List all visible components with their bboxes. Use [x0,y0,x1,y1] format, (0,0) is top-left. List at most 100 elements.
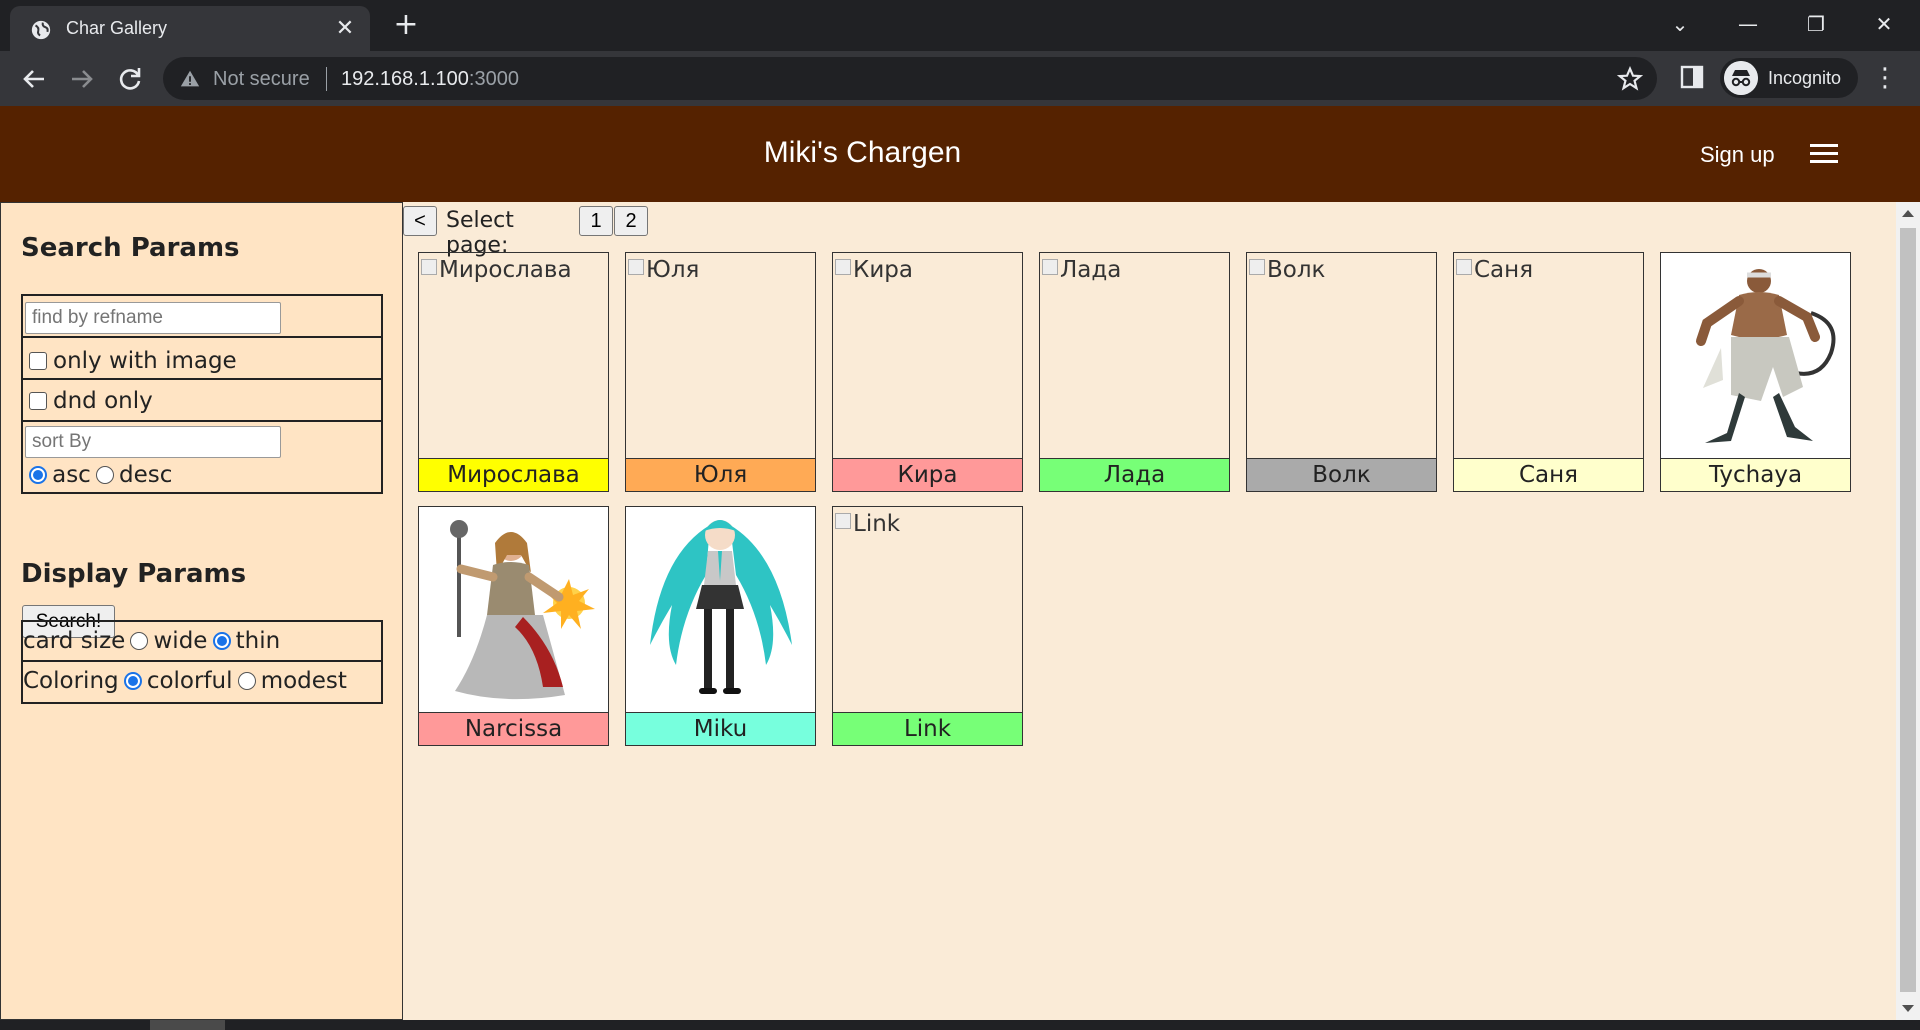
thin-label: thin [235,628,281,654]
broken-image-alt: Волк [1249,257,1325,283]
card-name: Link [833,712,1022,745]
coloring-label: Coloring [23,668,119,694]
card-image-area: Саня [1454,253,1643,458]
broken-image-alt: Link [835,511,900,537]
modest-label: modest [260,668,347,694]
coloring-row: Coloring colorful modest [23,662,381,702]
thin-radio[interactable] [212,632,231,650]
broken-image-alt: Саня [1456,257,1533,283]
character-card[interactable]: Лада Лада [1039,252,1230,492]
card-name: Саня [1454,458,1643,491]
character-card[interactable]: Miku [625,506,816,746]
browser-toolbar: Not secure 192.168.1.100:3000 Incognito … [0,51,1920,106]
side-panel-icon[interactable] [1678,63,1706,91]
dnd-only-checkbox[interactable] [29,392,47,410]
card-image-area: Кира [833,253,1022,458]
sort-order-group: asc desc [29,462,172,488]
incognito-profile-button[interactable]: Incognito [1720,58,1858,98]
broken-image-alt: Лада [1042,257,1121,283]
character-card[interactable]: Юля Юля [625,252,816,492]
display-params-form: card size wide thin Coloring colorful mo… [21,620,383,704]
card-name: Miku [626,712,815,745]
card-name: Кира [833,458,1022,491]
taskbar-strip [0,1020,1920,1030]
colorful-radio[interactable] [123,672,142,690]
incognito-label: Incognito [1768,68,1842,88]
broken-image-alt: Юля [628,257,699,283]
card-image-area: Лада [1040,253,1229,458]
scrollbar-thumb[interactable] [1900,228,1916,992]
character-card[interactable]: Tychaya [1660,252,1851,492]
warning-icon [180,70,200,87]
card-image-area [626,507,815,712]
character-card[interactable]: Кира Кира [832,252,1023,492]
browser-menu-icon[interactable]: ⋮ [1872,63,1898,93]
warrior-woman-image [450,520,595,700]
sort-by-input[interactable] [25,426,281,458]
page-scrollbar[interactable] [1896,202,1920,1020]
tab-title: Char Gallery [66,18,168,38]
globe-icon [31,20,51,40]
new-tab-button[interactable]: + [390,10,422,42]
character-card[interactable]: Narcissa [418,506,609,746]
signup-link[interactable]: Sign up [1700,142,1775,168]
card-image-area [1661,253,1850,458]
card-image-area: Link [833,507,1022,712]
only-with-image-row: only with image [23,338,381,380]
select-page-label: Select page: [446,208,514,258]
asc-radio[interactable] [29,466,47,484]
character-card[interactable]: Link Link [832,506,1023,746]
refname-input[interactable] [25,302,281,334]
hamburger-menu-icon[interactable] [1810,144,1838,164]
back-arrow-icon[interactable] [18,63,50,95]
reload-icon[interactable] [114,63,146,95]
prev-page-button[interactable]: < [403,206,437,236]
scroll-down-arrow-icon[interactable] [1902,1005,1914,1012]
url-port: :3000 [468,68,519,90]
broken-image-alt: Кира [835,257,913,283]
browser-tab[interactable]: Char Gallery ✕ [10,6,370,51]
tab-search-icon[interactable]: ⌄ [1660,8,1700,40]
refname-row [23,296,381,338]
character-card[interactable]: Мирослава Мирослава [418,252,609,492]
close-window-icon[interactable]: ✕ [1864,8,1904,40]
restore-icon[interactable]: ❐ [1796,8,1836,40]
card-image-area: Юля [626,253,815,458]
address-bar[interactable]: Not secure 192.168.1.100:3000 [163,57,1657,100]
character-card[interactable]: Волк Волк [1246,252,1437,492]
card-name: Юля [626,458,815,491]
character-card[interactable]: Саня Саня [1453,252,1644,492]
page-button-1[interactable]: 1 [579,206,613,236]
card-image-area [419,507,608,712]
search-params-form: only with image dnd only asc desc [21,294,383,494]
card-image-area: Волк [1247,253,1436,458]
page-button-2[interactable]: 2 [614,206,648,236]
bookmark-star-icon[interactable] [1617,66,1643,92]
dnd-only-row: dnd only [23,380,381,422]
broken-image-alt: Мирослава [421,257,572,283]
gallery-content: < Select page: 1 2 Мирослава Мирослава Ю… [403,202,1896,1020]
only-with-image-checkbox[interactable] [29,352,47,370]
page-viewport: Miki's Chargen Sign up Search Params onl… [0,106,1920,1020]
taskbar-segment [150,1020,225,1030]
scroll-up-arrow-icon[interactable] [1902,210,1914,217]
card-name: Tychaya [1661,458,1850,491]
minimize-icon[interactable]: — [1728,8,1768,40]
wide-radio[interactable] [130,632,149,650]
close-tab-icon[interactable]: ✕ [332,16,358,42]
url-text[interactable]: 192.168.1.100:3000 [341,68,519,91]
card-name: Narcissa [419,712,608,745]
modest-radio[interactable] [237,672,256,690]
forward-arrow-icon[interactable] [66,63,98,95]
colorful-label: colorful [146,668,233,694]
security-status[interactable]: Not secure [213,68,310,91]
wide-label: wide [153,628,208,654]
address-separator [326,67,327,91]
incognito-icon [1724,61,1758,95]
search-params-heading: Search Params [21,233,240,263]
desc-radio[interactable] [95,466,114,484]
display-params-heading: Display Params [21,559,247,589]
card-name: Волк [1247,458,1436,491]
monk-fighter-image [1696,269,1836,443]
card-image-area: Мирослава [419,253,608,458]
